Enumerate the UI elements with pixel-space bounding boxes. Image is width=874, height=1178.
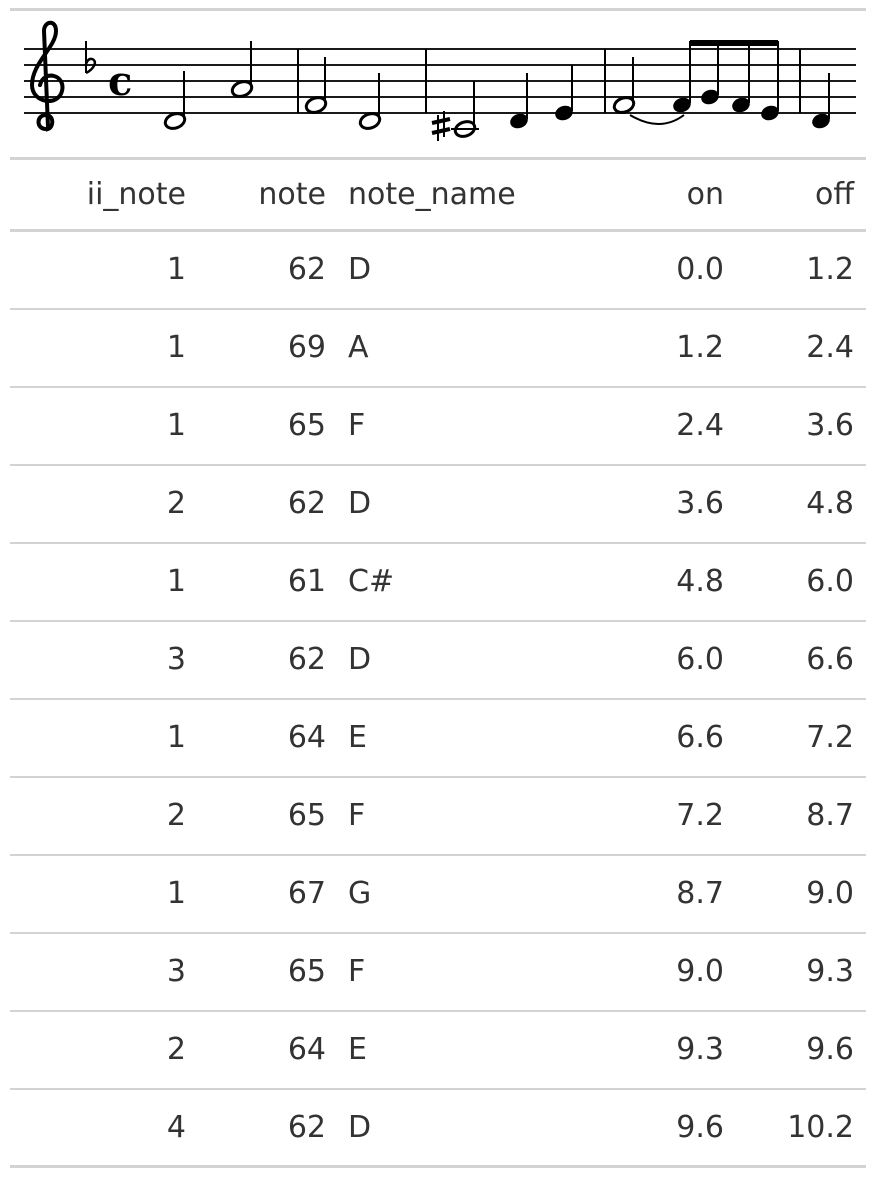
cell-note-name: D bbox=[348, 486, 372, 521]
table-row: 4 62 D 9.6 10.2 bbox=[10, 1089, 866, 1167]
column-header-off: off bbox=[814, 177, 854, 212]
cell-note-name: E bbox=[348, 720, 367, 755]
cell-ii-note: 1 bbox=[166, 252, 186, 288]
score-header: c bbox=[10, 11, 866, 157]
column-header-note-name: note_name bbox=[348, 177, 516, 212]
common-time-icon: c bbox=[108, 58, 132, 105]
cell-on: 7.2 bbox=[676, 798, 724, 833]
cell-note: 65 bbox=[287, 798, 326, 833]
cell-note: 67 bbox=[287, 876, 326, 911]
table-row: 1 65 F 2.4 3.6 bbox=[10, 387, 866, 465]
note-e-quarter bbox=[555, 65, 573, 121]
cell-ii-note: 4 bbox=[166, 1109, 186, 1145]
cell-note-name: F bbox=[348, 798, 366, 833]
note-c-sharp-half bbox=[451, 81, 479, 138]
column-header-ii-note: ii_note bbox=[86, 177, 186, 212]
cell-on: 8.7 bbox=[676, 876, 724, 911]
cell-note-name: E bbox=[348, 1032, 367, 1067]
cell-on: 1.2 bbox=[676, 330, 724, 365]
cell-off: 7.2 bbox=[806, 720, 854, 755]
cell-ii-note: 2 bbox=[166, 1032, 186, 1067]
cell-ii-note: 1 bbox=[166, 876, 186, 911]
staff-lines bbox=[24, 48, 856, 114]
table-header-row: ii_note note note_name on off bbox=[10, 158, 866, 231]
cell-note: 69 bbox=[287, 330, 326, 365]
cell-note: 62 bbox=[287, 642, 326, 677]
cell-note: 65 bbox=[287, 408, 326, 443]
cell-on: 0.0 bbox=[676, 252, 724, 288]
cell-on: 2.4 bbox=[676, 408, 724, 443]
cell-on: 9.3 bbox=[676, 1032, 724, 1067]
flat-icon bbox=[84, 41, 97, 75]
table-row: 2 62 D 3.6 4.8 bbox=[10, 465, 866, 543]
cell-note-name: C# bbox=[348, 564, 395, 599]
cell-ii-note: 1 bbox=[166, 564, 186, 599]
table-body: 1 62 D 0.0 1.2 1 69 A 1.2 2.4 1 65 F 2.4 3.6 2 62 D 3.6 4.8… bbox=[10, 231, 866, 1167]
cell-on: 9.0 bbox=[676, 954, 724, 989]
cell-ii-note: 3 bbox=[166, 954, 186, 989]
cell-note-name: F bbox=[348, 408, 366, 443]
cell-off: 2.4 bbox=[806, 330, 854, 365]
cell-note: 62 bbox=[287, 1109, 326, 1145]
cell-ii-note: 1 bbox=[166, 330, 186, 365]
table-row: 1 67 G 8.7 9.0 bbox=[10, 855, 866, 933]
table-row: 3 62 D 6.0 6.6 bbox=[10, 621, 866, 699]
cell-on: 6.6 bbox=[676, 720, 724, 755]
cell-off: 10.2 bbox=[787, 1109, 854, 1145]
cell-ii-note: 1 bbox=[166, 720, 186, 755]
column-header-note: note bbox=[258, 177, 326, 212]
cell-note: 65 bbox=[287, 954, 326, 989]
cell-ii-note: 1 bbox=[166, 408, 186, 443]
tie-icon bbox=[629, 114, 685, 125]
cell-note: 64 bbox=[287, 1032, 326, 1067]
sharp-icon bbox=[431, 111, 451, 141]
cell-on: 9.6 bbox=[676, 1109, 724, 1145]
notes-table: ii_note note note_name on off 1 62 D 0.0 1.2… bbox=[10, 157, 866, 1168]
note-d-half bbox=[163, 71, 187, 130]
cell-note-name: D bbox=[348, 1109, 372, 1145]
cell-note-name: A bbox=[348, 330, 369, 365]
cell-note-name: D bbox=[348, 642, 372, 677]
cell-on: 3.6 bbox=[676, 486, 724, 521]
table-row: 2 64 E 9.3 9.6 bbox=[10, 1011, 866, 1089]
cell-ii-note: 2 bbox=[166, 486, 186, 521]
table-row: 1 69 A 1.2 2.4 bbox=[10, 309, 866, 387]
cell-off: 1.2 bbox=[806, 252, 854, 288]
cell-off: 9.3 bbox=[806, 954, 854, 989]
cell-off: 8.7 bbox=[806, 798, 854, 833]
cell-off: 4.8 bbox=[806, 486, 854, 521]
cell-on: 4.8 bbox=[676, 564, 724, 599]
column-header-on: on bbox=[686, 177, 724, 212]
cell-note: 61 bbox=[287, 564, 326, 599]
table-row: 3 65 F 9.0 9.3 bbox=[10, 933, 866, 1011]
table-row: 2 65 F 7.2 8.7 bbox=[10, 777, 866, 855]
cell-off: 9.0 bbox=[806, 876, 854, 911]
cell-note-name: F bbox=[348, 954, 366, 989]
cell-on: 6.0 bbox=[676, 642, 724, 677]
cell-note-name: G bbox=[348, 876, 372, 911]
table-row: 1 64 E 6.6 7.2 bbox=[10, 699, 866, 777]
cell-off: 6.0 bbox=[806, 564, 854, 599]
cell-note-name: D bbox=[348, 252, 372, 288]
table-row: 1 61 C# 4.8 6.0 bbox=[10, 543, 866, 621]
cell-note: 62 bbox=[287, 486, 326, 521]
cell-ii-note: 2 bbox=[166, 798, 186, 833]
table-row: 1 62 D 0.0 1.2 bbox=[10, 231, 866, 309]
notes-table-container: c ii_note note note_name on off 1 62 D 0… bbox=[10, 8, 866, 1168]
cell-note: 62 bbox=[287, 252, 326, 288]
music-staff: c bbox=[24, 20, 856, 141]
cell-off: 9.6 bbox=[806, 1032, 854, 1067]
cell-off: 3.6 bbox=[806, 408, 854, 443]
cell-ii-note: 3 bbox=[166, 642, 186, 677]
cell-off: 6.6 bbox=[806, 642, 854, 677]
cell-note: 64 bbox=[287, 720, 326, 755]
